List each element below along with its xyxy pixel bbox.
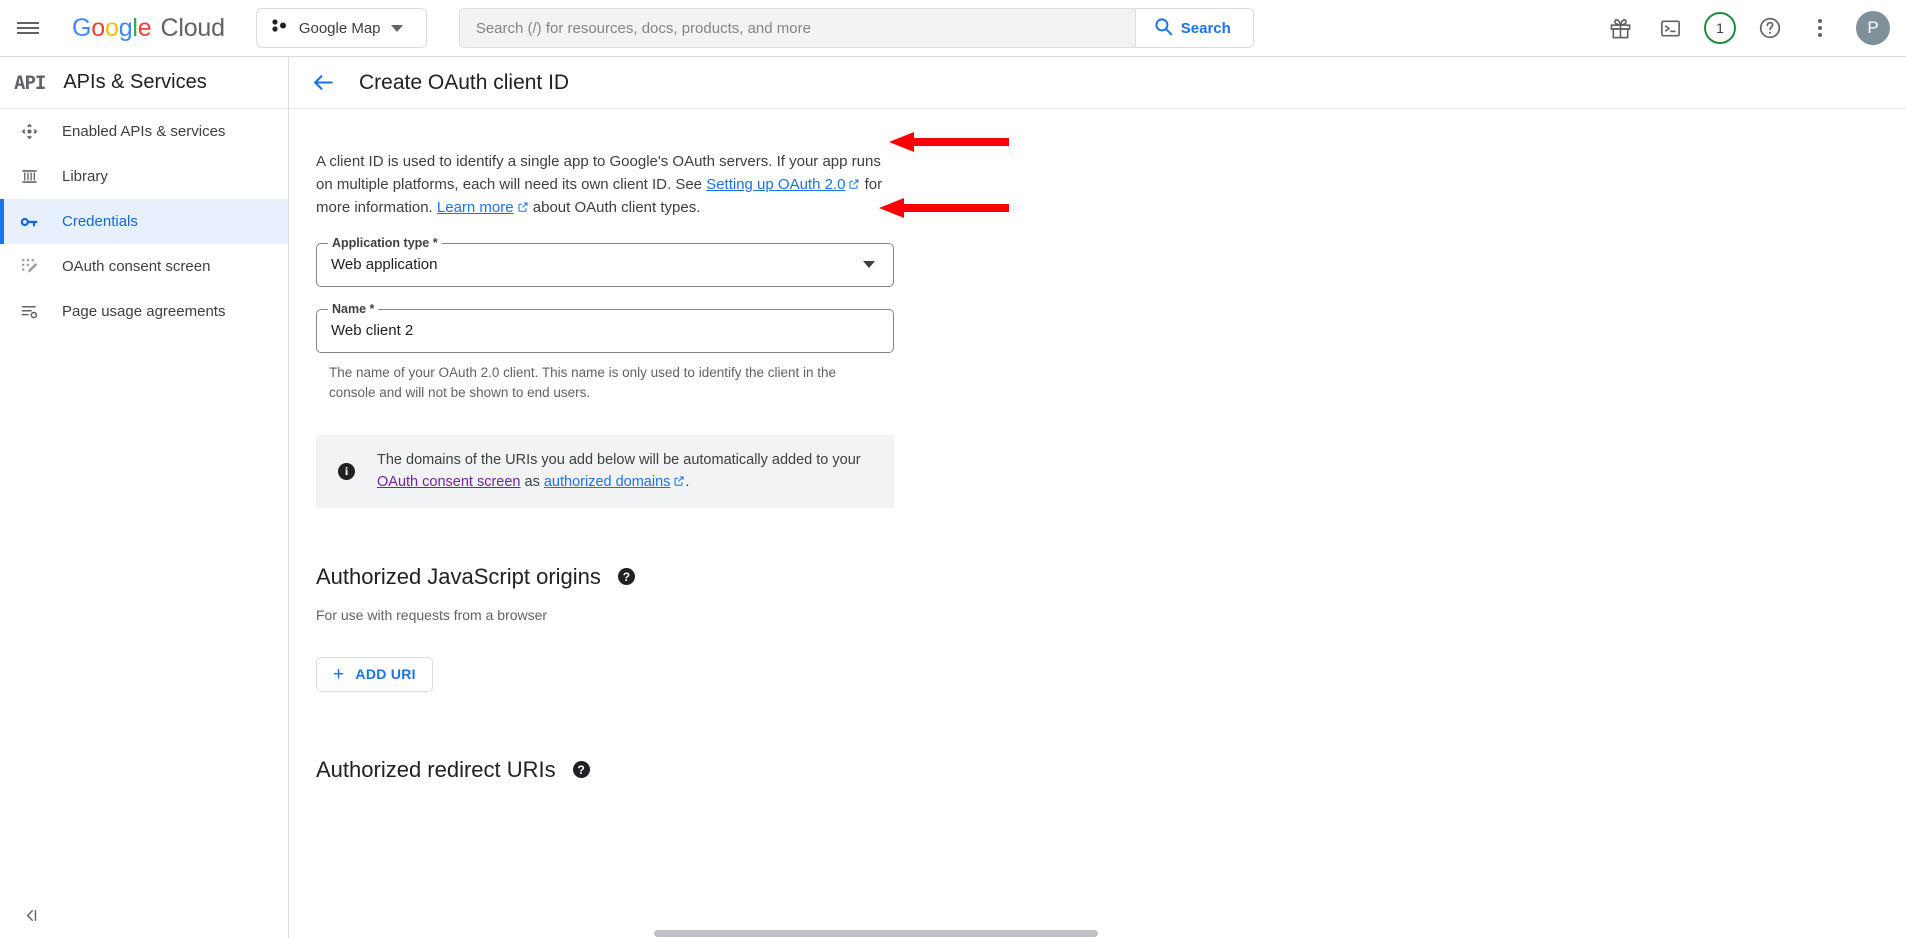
sidebar-item-label: Credentials [62, 213, 138, 230]
client-name-input[interactable]: Name * Web client 2 [316, 301, 894, 353]
project-name: Google Map [298, 19, 381, 37]
hamburger-menu-icon[interactable] [0, 0, 56, 57]
enabled-apis-icon [16, 122, 42, 141]
library-icon [16, 167, 42, 186]
main-content: Create OAuth client ID A client ID is us… [289, 57, 1906, 938]
back-arrow-icon[interactable] [311, 70, 336, 95]
js-origins-heading: Authorized JavaScript origins ? [316, 564, 1906, 590]
search-bar: Search [458, 8, 1254, 48]
notification-count-badge: 1 [1704, 12, 1736, 44]
sidebar-item-label: Page usage agreements [62, 303, 226, 320]
avatar[interactable]: P [1856, 11, 1890, 45]
search-button[interactable]: Search [1134, 9, 1253, 47]
add-uri-label: ADD URI [355, 666, 416, 682]
description-part-3: about OAuth client types. [528, 199, 701, 216]
js-origins-subtitle: For use with requests from a browser [316, 606, 548, 623]
help-circle-icon[interactable]: ? [572, 761, 590, 778]
project-picker[interactable]: Google Map [255, 8, 427, 48]
notifications-icon[interactable]: 1 [1698, 6, 1742, 50]
info-banner: i The domains of the URIs you add below … [316, 434, 894, 508]
sidebar-item-label: OAuth consent screen [62, 258, 211, 275]
sidebar-item-label: Library [62, 168, 108, 185]
gift-icon[interactable] [1598, 6, 1642, 50]
top-bar-actions: 1 P [1598, 6, 1906, 50]
learn-more-link[interactable]: Learn more [437, 199, 514, 216]
info-part-1: The domains of the URIs you add below wi… [377, 451, 861, 468]
info-banner-text: The domains of the URIs you add below wi… [377, 449, 876, 494]
top-navigation-bar: Google Cloud Google Map Search (/) for r… [0, 0, 1906, 57]
info-icon: i [338, 462, 355, 480]
client-name-helper-text: The name of your OAuth 2.0 client. This … [329, 364, 837, 400]
collapse-panel-icon[interactable] [22, 906, 41, 930]
help-icon[interactable] [1748, 6, 1792, 50]
sidebar-product-title: APIs & Services [63, 71, 207, 93]
plus-icon: + [333, 663, 345, 685]
sidebar-item-oauth-consent-screen[interactable]: OAuth consent screen [0, 244, 288, 289]
application-type-label: Application type * [328, 235, 442, 250]
key-icon [16, 212, 42, 232]
search-icon [1154, 17, 1173, 40]
search-button-label: Search [1180, 19, 1231, 37]
js-origins-title: Authorized JavaScript origins [316, 563, 601, 589]
info-part-3: . [685, 473, 690, 490]
page-header: Create OAuth client ID [289, 57, 1906, 109]
info-part-2: as [520, 473, 544, 490]
application-type-select[interactable]: Application type * Web application [316, 235, 894, 287]
more-options-icon[interactable] [1798, 6, 1842, 50]
form-content: A client ID is used to identify a single… [289, 109, 1906, 783]
authorized-domains-link[interactable]: authorized domains [544, 474, 671, 490]
chevron-down-icon [390, 24, 403, 32]
arrow-to-application-type [889, 132, 1009, 152]
sidebar-item-credentials[interactable]: Credentials [0, 199, 288, 244]
google-wordmark: Google [72, 13, 152, 42]
help-circle-icon[interactable]: ? [617, 568, 635, 585]
api-icon: API [14, 71, 46, 94]
oauth-consent-screen-link[interactable]: OAuth consent screen [377, 474, 520, 490]
chevron-down-icon [863, 261, 875, 268]
scrollbar-thumb[interactable] [654, 930, 1098, 937]
cloud-shell-icon[interactable] [1648, 6, 1692, 50]
external-link-icon [517, 198, 529, 221]
cloud-wordmark: Cloud [160, 13, 225, 42]
client-name-label: Name * [328, 301, 379, 316]
google-cloud-logo[interactable]: Google Cloud [72, 14, 225, 43]
page-usage-icon [16, 302, 42, 321]
client-id-description: A client ID is used to identify a single… [316, 151, 896, 221]
sidebar-item-library[interactable]: Library [0, 154, 288, 199]
horizontal-scrollbar[interactable] [289, 928, 1906, 938]
setting-up-oauth-link[interactable]: Setting up OAuth 2.0 [706, 176, 845, 193]
sidebar: API APIs & Services Enabled APIs & servi… [0, 57, 289, 938]
redirect-uris-heading: Authorized redirect URIs ? [316, 757, 1906, 783]
external-link-icon [673, 472, 685, 494]
sidebar-item-page-usage-agreements[interactable]: Page usage agreements [0, 289, 288, 334]
external-link-icon [848, 175, 860, 198]
project-dots-icon [272, 18, 289, 38]
page-title: Create OAuth client ID [359, 70, 570, 94]
consent-screen-icon [16, 257, 42, 276]
add-uri-button[interactable]: + ADD URI [316, 656, 433, 692]
application-type-value: Web application [331, 256, 438, 273]
arrow-to-name-field [879, 198, 1009, 218]
sidebar-item-label: Enabled APIs & services [62, 123, 226, 140]
client-name-value: Web client 2 [331, 322, 414, 339]
search-input[interactable] [459, 9, 1135, 47]
sidebar-item-enabled-apis[interactable]: Enabled APIs & services [0, 109, 288, 154]
redirect-uris-title: Authorized redirect URIs [316, 756, 556, 782]
sidebar-product-header: API APIs & Services [0, 57, 288, 109]
